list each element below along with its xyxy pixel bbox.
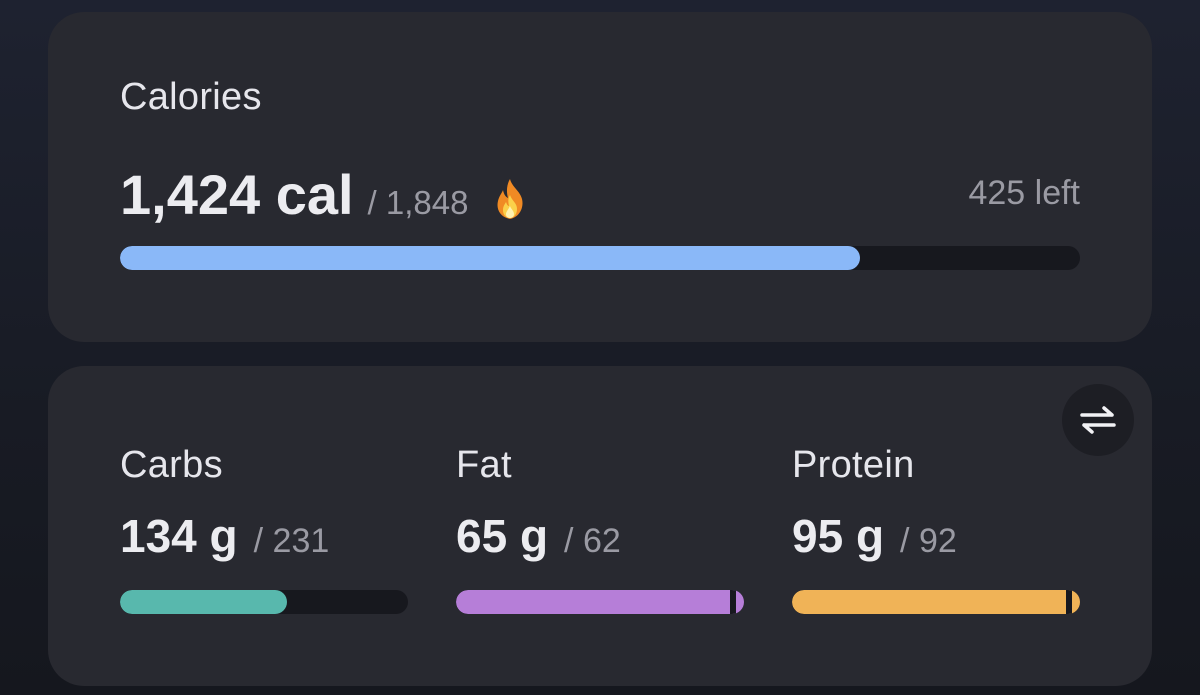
macros-card[interactable]: Carbs 134 g / 231 Fat 65 g / 62 Protein … [48,366,1152,686]
fire-icon [497,179,523,219]
macro-value: 65 g [456,510,549,562]
calories-summary: 1,424 cal / 1,848 [120,162,530,232]
calories-progress-fill [120,246,861,270]
macro-value: 134 g [120,510,238,562]
macro-protein: Protein 95 g / 92 [792,444,1082,614]
over-goal-marker [1066,590,1072,614]
calories-title: Calories [120,76,262,118]
macro-fat: Fat 65 g / 62 [456,444,746,614]
macro-label: Fat [456,444,512,486]
calories-goal: / 1,848 [367,184,469,221]
macro-progress-bar [792,590,1080,614]
macro-progress-fill [792,590,1080,614]
macro-value: 95 g [792,510,885,562]
calories-progress-bar [120,246,1080,270]
macro-progress-bar [456,590,744,614]
macro-progress-fill [456,590,744,614]
macro-progress-bar [120,590,408,614]
macro-label: Protein [792,444,915,486]
macro-goal: / 62 [564,522,621,560]
macro-goal: / 231 [253,522,330,560]
calories-card[interactable]: Calories 1,424 cal / 1,848 425 left [48,12,1152,342]
swap-arrows-icon [1080,406,1116,434]
macro-carbs: Carbs 134 g / 231 [120,444,410,614]
macro-progress-fill [120,590,288,614]
macro-goal: / 92 [900,522,957,560]
calories-consumed: 1,424 cal [120,163,354,226]
calories-remaining: 425 left [968,174,1080,212]
over-goal-marker [730,590,736,614]
macro-label: Carbs [120,444,223,486]
